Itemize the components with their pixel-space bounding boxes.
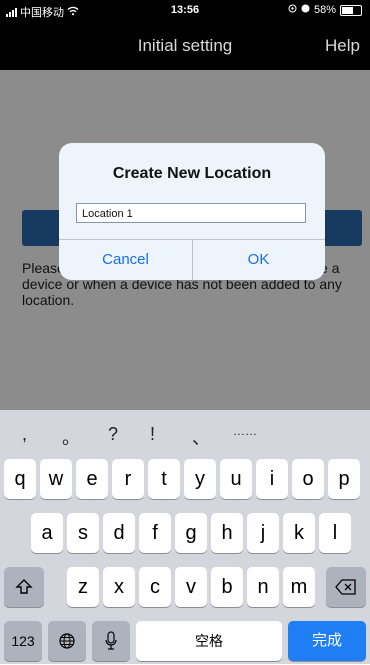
key[interactable]: m bbox=[283, 567, 315, 607]
punct-key[interactable]: , bbox=[22, 424, 27, 445]
status-bar: 中国移动 13:56 58% bbox=[0, 0, 370, 20]
delete-key[interactable] bbox=[326, 567, 366, 607]
key[interactable]: q bbox=[4, 459, 36, 499]
microphone-icon bbox=[105, 631, 117, 650]
key[interactable]: l bbox=[319, 513, 351, 553]
key[interactable]: z bbox=[67, 567, 99, 607]
key[interactable]: a bbox=[31, 513, 63, 553]
key[interactable]: s bbox=[67, 513, 99, 553]
battery-percent: 58% bbox=[313, 4, 336, 16]
create-location-dialog: Create New Location Location 1 Cancel OK bbox=[59, 143, 325, 280]
space-key[interactable]: 空格 bbox=[136, 621, 282, 661]
key[interactable]: y bbox=[184, 459, 216, 499]
location-icon bbox=[288, 4, 297, 16]
punct-key[interactable]: ? bbox=[108, 424, 118, 445]
punct-key[interactable]: 。 bbox=[62, 424, 80, 450]
key[interactable]: k bbox=[283, 513, 315, 553]
key[interactable]: c bbox=[139, 567, 171, 607]
globe-icon bbox=[59, 633, 75, 649]
navigation-bar: Initial setting Help bbox=[0, 20, 370, 70]
key[interactable]: x bbox=[103, 567, 135, 607]
delete-icon bbox=[335, 579, 356, 595]
key[interactable]: e bbox=[76, 459, 108, 499]
globe-key[interactable] bbox=[48, 621, 86, 661]
battery-icon bbox=[340, 4, 362, 16]
shift-key[interactable] bbox=[4, 567, 44, 607]
dialog-title: Create New Location bbox=[112, 165, 272, 182]
help-button[interactable]: Help bbox=[325, 36, 360, 56]
key[interactable]: h bbox=[211, 513, 243, 553]
key[interactable]: f bbox=[139, 513, 171, 553]
key[interactable]: g bbox=[175, 513, 207, 553]
key[interactable]: w bbox=[40, 459, 72, 499]
number-mode-key[interactable]: 123 bbox=[4, 621, 42, 661]
microphone-key[interactable] bbox=[92, 621, 130, 661]
keyboard: , 。 ? ! 、 …… q w e r t y u i o p a s d f… bbox=[0, 410, 370, 664]
cancel-button[interactable]: Cancel bbox=[59, 239, 192, 280]
punct-key[interactable]: …… bbox=[233, 424, 257, 438]
key[interactable]: t bbox=[148, 459, 180, 499]
alarm-icon bbox=[301, 4, 310, 16]
key[interactable]: p bbox=[328, 459, 360, 499]
ok-button[interactable]: OK bbox=[192, 239, 325, 280]
key[interactable]: v bbox=[175, 567, 207, 607]
punct-key[interactable]: 、 bbox=[192, 424, 210, 450]
key[interactable]: i bbox=[256, 459, 288, 499]
key[interactable]: o bbox=[292, 459, 324, 499]
location-name-input[interactable]: Location 1 bbox=[76, 203, 306, 223]
page-title: Initial setting bbox=[137, 36, 233, 55]
done-key[interactable]: 完成 bbox=[288, 621, 366, 661]
key[interactable]: d bbox=[103, 513, 135, 553]
key[interactable]: u bbox=[220, 459, 252, 499]
key[interactable]: n bbox=[247, 567, 279, 607]
shift-icon bbox=[15, 579, 33, 594]
key[interactable]: b bbox=[211, 567, 243, 607]
key[interactable]: j bbox=[247, 513, 279, 553]
key[interactable]: r bbox=[112, 459, 144, 499]
punct-key[interactable]: ! bbox=[150, 424, 155, 445]
